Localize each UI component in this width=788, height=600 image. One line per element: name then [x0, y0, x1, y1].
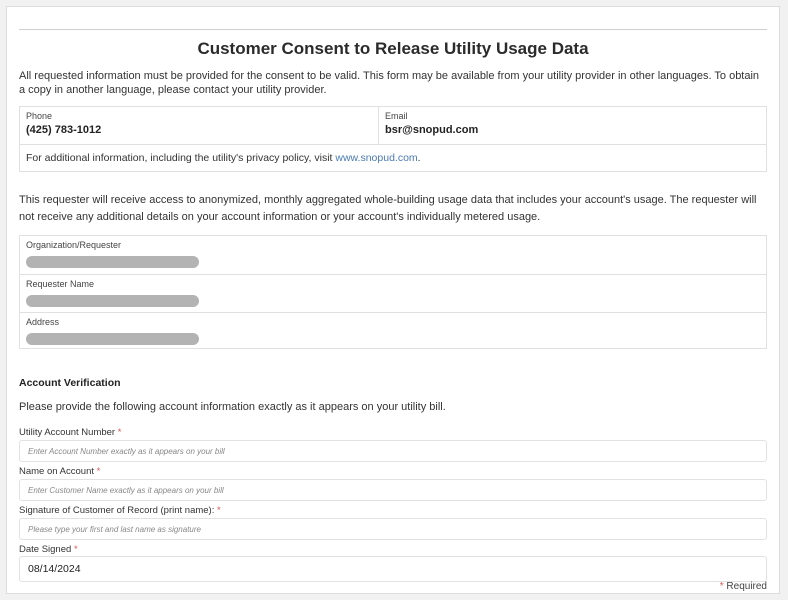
phone-value: (425) 783-1012	[26, 124, 102, 136]
email-cell: Email bsr@snopud.com	[379, 107, 766, 144]
signature-label: Signature of Customer of Record (print n…	[19, 505, 221, 516]
signature-input[interactable]	[19, 518, 767, 540]
address-row: Address	[20, 312, 766, 350]
address-label: Address	[26, 317, 60, 327]
intro-text: All requested information must be provid…	[19, 70, 760, 96]
requester-name-row: Requester Name	[20, 274, 766, 312]
required-star: *	[117, 427, 122, 438]
account-verification-description: Please provide the following account inf…	[19, 401, 446, 413]
email-label: Email	[385, 111, 408, 121]
consent-form-page: Customer Consent to Release Utility Usag…	[6, 6, 780, 594]
organization-label: Organization/Requester	[26, 240, 122, 250]
top-divider	[19, 29, 767, 30]
requester-name-label: Requester Name	[26, 279, 95, 289]
required-star: *	[73, 544, 78, 555]
redacted-value	[26, 295, 199, 307]
required-star: *	[719, 581, 724, 592]
date-signed-label: Date Signed *	[19, 544, 78, 555]
requester-info-box: Organization/Requester Requester Name Ad…	[19, 235, 767, 349]
privacy-info-text: For additional information, including th…	[26, 152, 336, 164]
privacy-info-suffix: .	[417, 152, 421, 164]
required-star: *	[217, 505, 221, 516]
data-access-notice: This requester will receive access to an…	[19, 194, 757, 223]
name-on-account-label: Name on Account *	[19, 466, 101, 477]
account-number-label: Utility Account Number *	[19, 427, 122, 438]
name-on-account-input[interactable]	[19, 479, 767, 501]
phone-cell: Phone (425) 783-1012	[20, 107, 379, 144]
required-note: * Required	[719, 581, 767, 592]
account-number-input[interactable]	[19, 440, 767, 462]
privacy-info: For additional information, including th…	[26, 152, 421, 164]
page-title: Customer Consent to Release Utility Usag…	[197, 39, 589, 58]
utility-contact-box: Phone (425) 783-1012 Email bsr@snopud.co…	[19, 106, 767, 172]
phone-label: Phone	[26, 111, 53, 121]
email-value: bsr@snopud.com	[385, 124, 479, 136]
account-verification-heading: Account Verification	[19, 377, 121, 389]
required-star: *	[96, 466, 101, 477]
organization-row: Organization/Requester	[20, 236, 766, 274]
redacted-value	[26, 333, 199, 345]
utility-website-link[interactable]: www.snopud.com	[335, 152, 417, 164]
redacted-value	[26, 256, 199, 268]
date-signed-input[interactable]	[19, 556, 767, 582]
